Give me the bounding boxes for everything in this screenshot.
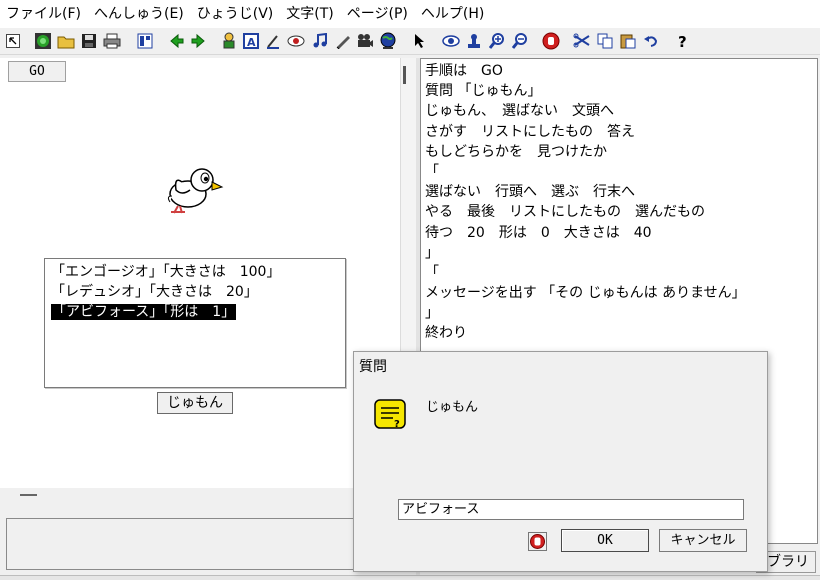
code-line: 待つ 20 形は 0 大きさは 40 [425,224,652,241]
save-disk-icon[interactable] [79,31,99,51]
answer-input[interactable]: アビフォース [398,499,744,520]
menu-view[interactable]: ひょうじ(V) [191,0,281,28]
list-item-selected[interactable]: 「アビフォース」「形は 1」 [51,302,339,322]
movie-camera-icon[interactable] [355,31,375,51]
zoom-out-icon[interactable] [510,31,530,51]
jumon-button[interactable]: じゅもん [157,392,233,414]
list-item[interactable]: 「レデュシオ」「大きさは 20」 [51,282,339,302]
code-line: メッセージを出す 「その じゅもんは ありません」 [425,285,746,302]
spell-listbox[interactable]: 「エンゴージオ」「大きさは 100」 「レデュシオ」「大きさは 20」 「アビフ… [44,258,346,388]
ok-button[interactable]: OK [561,529,649,552]
go-tab[interactable]: GO [8,61,66,82]
pointer-small-icon[interactable] [3,31,23,51]
stage-bottom-bar [0,488,400,515]
question-dialog: 質問 ? じゅもん アビフォース OK キャンセル [353,351,768,572]
scrollbar-thumb[interactable] [403,66,406,84]
cancel-button[interactable]: キャンセル [659,529,747,552]
help-icon[interactable]: ? [672,31,692,51]
list-item[interactable]: 「エンゴージオ」「大きさは 100」 [51,262,339,282]
code-line: やる 最後 リストにしたもの 選んだもの [425,204,705,221]
code-line: 手順は GO [425,63,503,79]
character-icon[interactable] [219,31,239,51]
stamp-icon[interactable] [464,31,484,51]
code-line: じゅもん、 選ばない 文頭へ [425,103,614,120]
code-line: 」 [425,305,439,322]
code-line: 質問 「じゅもん」 [425,83,542,100]
code-line: 「 [425,163,439,180]
toolbar: A ? [0,28,820,55]
undo-icon[interactable] [641,31,661,51]
menu-bar: ファイル(F) へんしゅう(E) ひょうじ(V) 文字(T) ページ(P) ヘル… [0,0,820,28]
code-line: 」 [425,244,439,261]
menu-help[interactable]: ヘルプ(H) [415,0,491,28]
pen-icon[interactable] [333,31,353,51]
dialog-message: じゅもん [426,400,479,415]
minimize-bar[interactable] [20,494,37,496]
menu-edit[interactable]: へんしゅう(E) [88,0,191,28]
paste-icon[interactable] [618,31,638,51]
code-line: もしどちらかを 見つけたか [425,143,607,160]
stop-hand-icon[interactable] [528,532,547,551]
print-icon[interactable] [102,31,122,51]
arrow-left-icon[interactable] [167,31,187,51]
code-line: 選ばない 行頭へ 選ぶ 行末へ [425,184,635,201]
panel-icon[interactable] [135,31,155,51]
music-note-icon[interactable] [310,31,330,51]
code-line: さがす リストにしたもの 答え [425,123,635,140]
menu-file[interactable]: ファイル(F) [0,0,88,28]
dialog-title: 質問 [359,359,387,375]
svg-text:A: A [247,36,256,49]
brush-icon[interactable] [263,31,283,51]
open-folder-icon[interactable] [56,31,76,51]
green-circle-icon[interactable] [33,31,53,51]
svg-text:?: ? [678,33,687,49]
menu-text[interactable]: 文字(T) [280,0,340,28]
menu-page[interactable]: ページ(P) [341,0,415,28]
bird-character[interactable] [160,160,226,218]
memo-question-icon: ? [374,399,406,430]
code-line: 終わり [425,325,467,342]
copy-icon[interactable] [595,31,615,51]
globe-icon[interactable] [378,31,398,51]
output-box[interactable] [6,518,408,570]
eye-icon[interactable] [441,31,461,51]
scissors-icon[interactable] [572,31,592,51]
stop-hand-icon[interactable] [541,31,561,51]
cursor-icon[interactable] [410,31,430,51]
svg-text:?: ? [394,419,400,430]
code-line: 「 [425,264,439,281]
zoom-in-icon[interactable] [487,31,507,51]
arrow-right-icon[interactable] [188,31,208,51]
status-bar [0,575,820,580]
text-box-icon[interactable]: A [241,31,261,51]
eye-red-icon[interactable] [286,31,306,51]
